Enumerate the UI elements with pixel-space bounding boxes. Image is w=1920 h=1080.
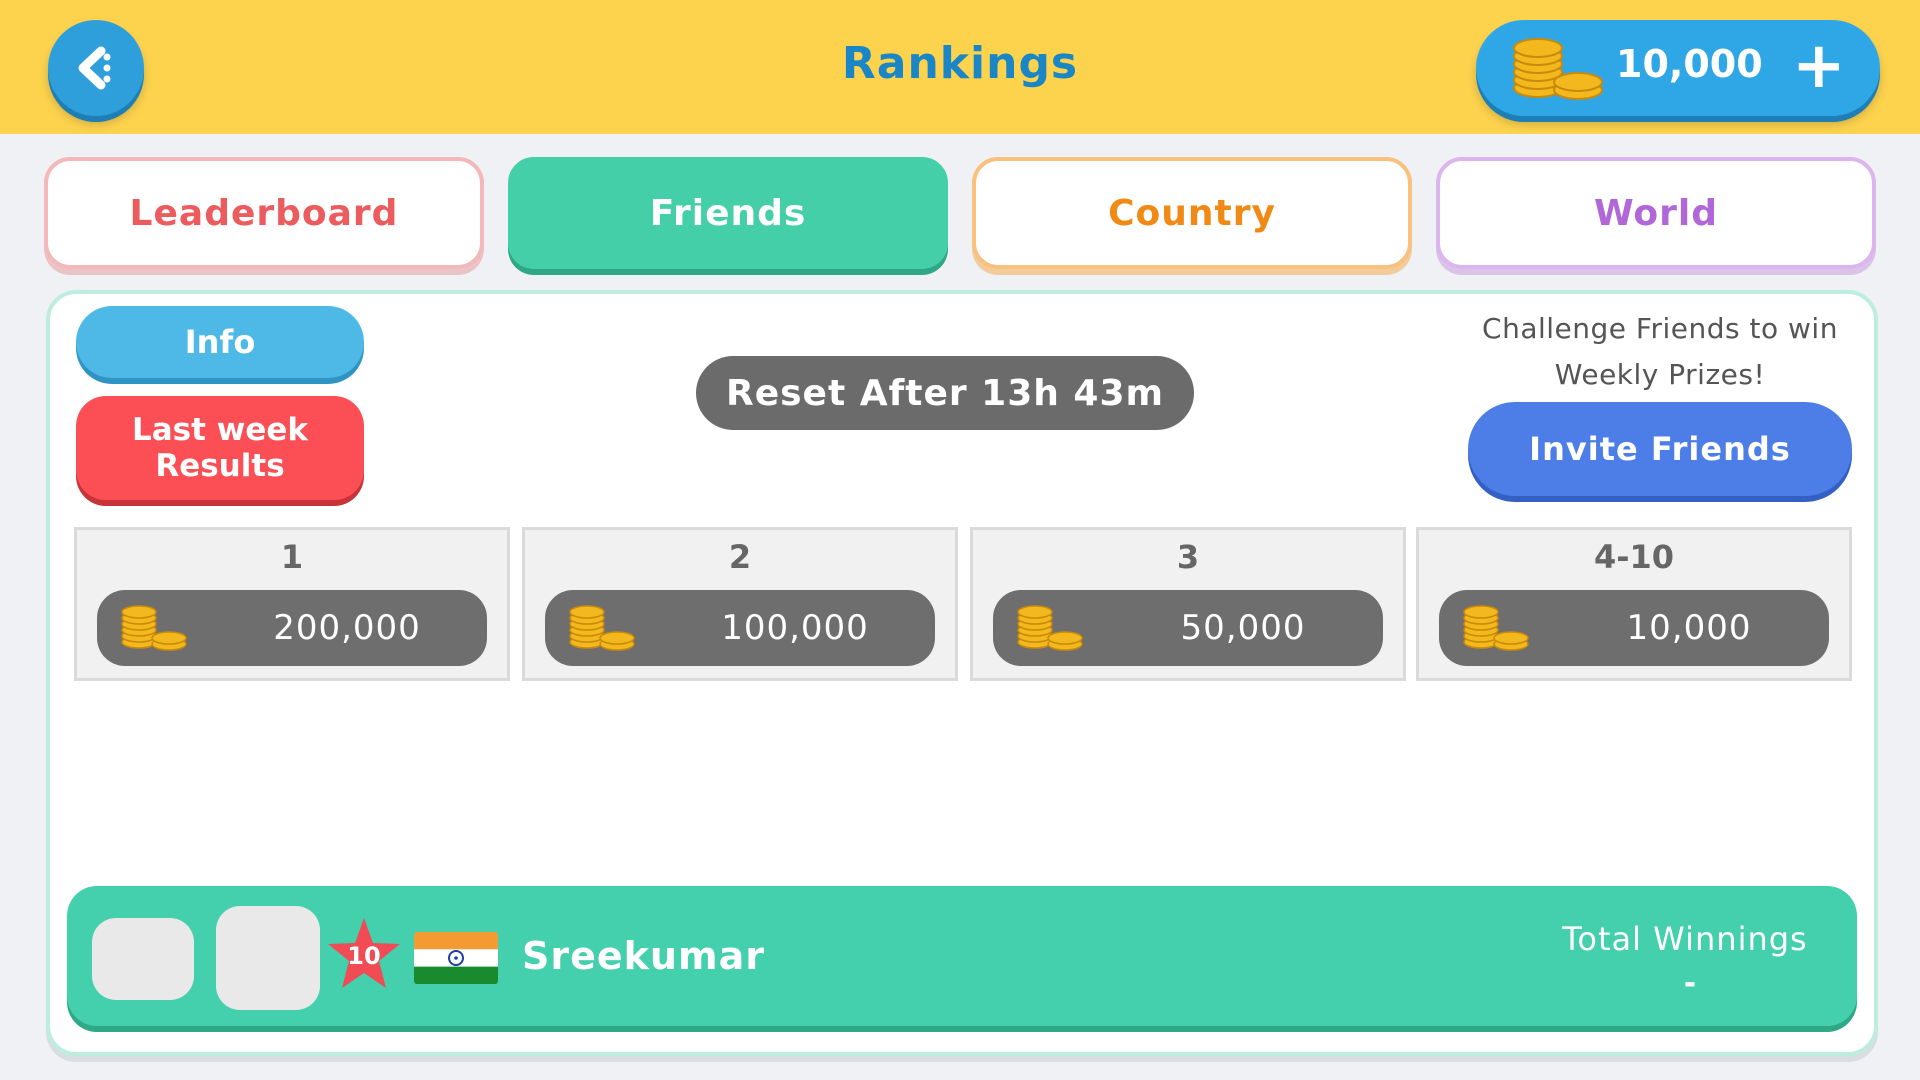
- prize-amount-pill: 50,000: [993, 590, 1383, 666]
- coins-icon: [121, 605, 187, 651]
- avatar-frame: [92, 918, 194, 1000]
- prize-box-rank-2: 2 100,000: [522, 527, 958, 681]
- player-level: 10: [347, 942, 380, 970]
- prize-amount-pill: 100,000: [545, 590, 935, 666]
- prize-box-rank-3: 3 50,000: [970, 527, 1406, 681]
- coin-balance-button[interactable]: 10,000 +: [1476, 20, 1880, 116]
- tab-world[interactable]: World: [1436, 157, 1876, 269]
- add-coins-icon[interactable]: +: [1792, 34, 1846, 98]
- coins-icon: [1513, 38, 1603, 100]
- tab-leaderboard[interactable]: Leaderboard: [44, 157, 484, 269]
- info-button[interactable]: Info: [76, 306, 364, 378]
- last-week-results-button[interactable]: Last week Results: [76, 396, 364, 500]
- tab-friends[interactable]: Friends: [508, 157, 948, 269]
- coins-icon: [1463, 605, 1529, 651]
- prize-amount: 50,000: [1180, 608, 1306, 648]
- level-star-icon: 10: [328, 918, 400, 988]
- prize-rank: 2: [728, 538, 752, 576]
- challenge-text: Challenge Friends to win Weekly Prizes!: [1482, 312, 1838, 391]
- prize-rank: 1: [280, 538, 304, 576]
- prize-amount: 100,000: [721, 608, 869, 648]
- prize-box-rank-1: 1 200,000: [74, 527, 510, 681]
- reset-timer: Reset After 13h 43m: [696, 356, 1194, 430]
- prize-box-rank-4-10: 4-10 10,000: [1416, 527, 1852, 681]
- player-name: Sreekumar: [522, 934, 765, 978]
- total-winnings-label: Total Winnings: [1562, 920, 1808, 958]
- coins-icon: [569, 605, 635, 651]
- prize-rank: 4-10: [1593, 538, 1675, 576]
- india-flag-icon: [414, 932, 498, 984]
- invite-friends-button[interactable]: Invite Friends: [1468, 402, 1852, 496]
- avatar[interactable]: [216, 906, 320, 1010]
- prize-amount-pill: 10,000: [1439, 590, 1829, 666]
- coin-balance: 10,000: [1616, 42, 1763, 86]
- prize-amount: 10,000: [1626, 608, 1752, 648]
- prize-rank: 3: [1176, 538, 1200, 576]
- tab-country[interactable]: Country: [972, 157, 1412, 269]
- coins-icon: [1017, 605, 1083, 651]
- prize-amount: 200,000: [273, 608, 421, 648]
- total-winnings-value: -: [1683, 966, 1697, 1001]
- prize-amount-pill: 200,000: [97, 590, 487, 666]
